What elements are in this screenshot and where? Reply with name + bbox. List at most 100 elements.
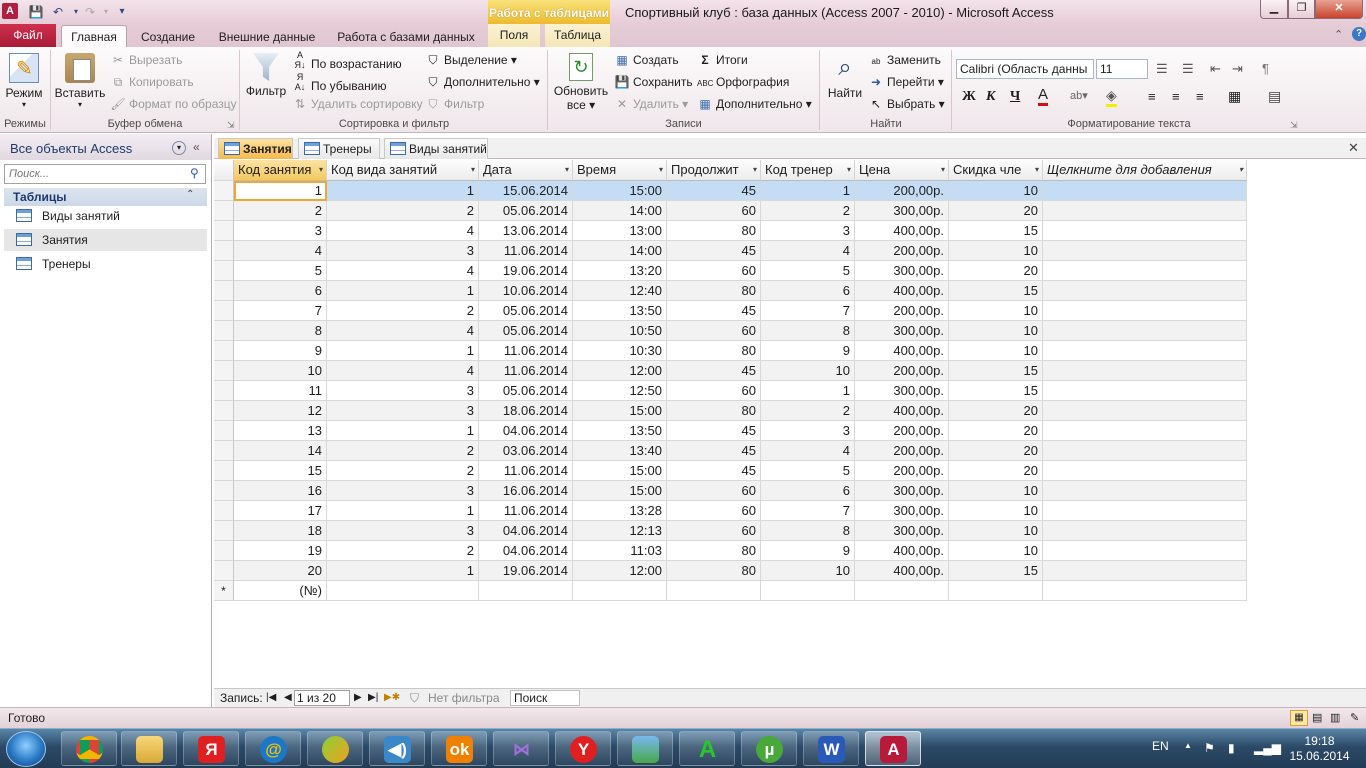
bullets-icon[interactable]: ☰ <box>1156 61 1168 77</box>
dialog-launcher-icon[interactable]: ⇲ <box>1290 120 1298 131</box>
tab-create[interactable]: Создание <box>135 28 201 47</box>
table-cell[interactable]: 13:50 <box>573 421 667 441</box>
highlight-icon[interactable]: ab▾ <box>1070 89 1088 102</box>
table-cell[interactable]: 45 <box>667 421 761 441</box>
table-cell[interactable]: 80 <box>667 341 761 361</box>
pivot-table-view-icon[interactable]: ▤ <box>1312 708 1322 728</box>
view-mode-button[interactable]: ✎ Режим ▾ <box>2 53 46 109</box>
table-cell[interactable]: 60 <box>667 501 761 521</box>
column-header[interactable]: Продолжит ▾ <box>667 160 761 181</box>
table-cell[interactable]: 3 <box>761 421 855 441</box>
table-cell[interactable] <box>1043 241 1247 261</box>
table-cell[interactable]: 10 <box>949 481 1043 501</box>
table-row[interactable]: 12 3 18.06.2014 15:00 80 2 400,00р. 20 <box>214 401 1248 421</box>
table-cell[interactable]: 400,00р. <box>855 341 949 361</box>
align-left-icon[interactable]: ≡ <box>1148 89 1156 104</box>
record-selector[interactable] <box>214 481 234 501</box>
table-cell[interactable]: 45 <box>667 441 761 461</box>
record-selector[interactable] <box>214 181 234 201</box>
table-cell[interactable]: 12:40 <box>573 281 667 301</box>
doc-tab-vidy-zanyatiy[interactable]: Виды занятий <box>384 138 488 159</box>
table-cell[interactable]: 2 <box>327 301 479 321</box>
table-row[interactable]: 19 2 04.06.2014 11:03 80 9 400,00р. 10 <box>214 541 1248 561</box>
table-cell[interactable]: 16.06.2014 <box>479 481 573 501</box>
table-cell[interactable]: 11.06.2014 <box>479 461 573 481</box>
table-cell[interactable] <box>1043 281 1247 301</box>
table-cell[interactable]: 19 <box>234 541 327 561</box>
spelling-button[interactable]: ABC Орфография <box>697 72 789 92</box>
selection-button[interactable]: ⛉ Выделение ▾ <box>425 50 516 70</box>
tab-file[interactable]: Файл <box>0 24 56 47</box>
table-cell[interactable] <box>1043 501 1247 521</box>
table-cell[interactable]: 2 <box>761 201 855 221</box>
table-cell[interactable]: 400,00р. <box>855 401 949 421</box>
table-cell[interactable]: 4 <box>761 241 855 261</box>
table-cell[interactable]: 9 <box>234 341 327 361</box>
table-cell[interactable]: 12:13 <box>573 521 667 541</box>
table-cell[interactable]: 14:00 <box>573 241 667 261</box>
fill-color-icon[interactable]: ◈ <box>1106 87 1117 107</box>
column-header[interactable]: Цена ▾ <box>855 160 949 181</box>
nav-item-vidy-zanyatiy[interactable]: Виды занятий <box>4 205 207 227</box>
table-cell[interactable]: 400,00р. <box>855 221 949 241</box>
record-selector[interactable] <box>214 421 234 441</box>
table-cell[interactable]: 13 <box>234 421 327 441</box>
tab-external-data[interactable]: Внешние данные <box>211 28 323 47</box>
close-document-icon[interactable]: ✕ <box>1348 140 1359 156</box>
table-cell[interactable]: 8 <box>761 521 855 541</box>
record-search-field[interactable]: Поиск <box>510 690 580 706</box>
network-icon[interactable]: ▮ <box>1228 741 1235 755</box>
decrease-indent-icon[interactable]: ⇤ <box>1210 61 1221 77</box>
table-cell[interactable]: 4 <box>327 221 479 241</box>
table-cell[interactable] <box>1043 201 1247 221</box>
maximize-button[interactable]: ❐ <box>1288 0 1315 19</box>
table-cell[interactable]: 10 <box>949 301 1043 321</box>
table-cell[interactable]: 60 <box>667 521 761 541</box>
table-cell[interactable] <box>761 581 855 601</box>
table-cell[interactable]: 1 <box>327 341 479 361</box>
record-selector[interactable] <box>214 301 234 321</box>
record-position-field[interactable]: 1 из 20 <box>294 690 350 706</box>
language-indicator[interactable]: EN <box>1152 739 1169 753</box>
taskbar-yandex-browser[interactable]: Y <box>555 731 611 766</box>
find-button[interactable]: ⌕ Найти <box>824 53 866 100</box>
redo-icon[interactable]: ↷ <box>82 4 98 20</box>
table-cell[interactable]: 03.06.2014 <box>479 441 573 461</box>
taskbar-chrome[interactable] <box>61 731 117 766</box>
new-record-nav-icon[interactable]: ▶✱ <box>384 689 400 707</box>
table-cell[interactable]: 12:50 <box>573 381 667 401</box>
record-selector[interactable] <box>214 501 234 521</box>
table-cell[interactable]: 400,00р. <box>855 281 949 301</box>
column-dropdown-icon[interactable]: ▾ <box>319 160 323 180</box>
table-row[interactable]: 20 1 19.06.2014 12:00 80 10 400,00р. 15 <box>214 561 1248 581</box>
nav-menu-chevron-icon[interactable]: ▾ <box>172 141 186 155</box>
advanced-filter-button[interactable]: ⛉ Дополнительно ▾ <box>425 72 539 92</box>
table-cell[interactable] <box>327 581 479 601</box>
table-cell[interactable]: 200,00р. <box>855 361 949 381</box>
taskbar-odnoklassniki[interactable]: ok <box>431 731 487 766</box>
record-selector[interactable] <box>214 561 234 581</box>
column-dropdown-icon[interactable]: ▾ <box>847 160 851 180</box>
taskbar-mail[interactable]: @ <box>245 731 301 766</box>
table-cell[interactable]: 45 <box>667 461 761 481</box>
table-cell[interactable]: 300,00р. <box>855 501 949 521</box>
table-cell[interactable]: 7 <box>234 301 327 321</box>
table-cell[interactable]: 12 <box>234 401 327 421</box>
table-cell[interactable]: 60 <box>667 381 761 401</box>
table-cell[interactable]: 13:50 <box>573 301 667 321</box>
table-cell[interactable]: 05.06.2014 <box>479 301 573 321</box>
next-record-icon[interactable]: ▶ <box>354 689 362 707</box>
table-cell[interactable]: 11:03 <box>573 541 667 561</box>
table-cell[interactable]: 2 <box>761 401 855 421</box>
table-cell[interactable]: 2 <box>327 201 479 221</box>
table-row[interactable]: 14 2 03.06.2014 13:40 45 4 200,00р. 20 <box>214 441 1248 461</box>
font-color-icon[interactable]: A <box>1038 87 1049 106</box>
table-cell[interactable]: 15:00 <box>573 401 667 421</box>
table-cell[interactable]: 20 <box>949 201 1043 221</box>
italic-button[interactable]: К <box>986 89 996 105</box>
table-cell[interactable]: 05.06.2014 <box>479 381 573 401</box>
doc-tab-zanyatiya[interactable]: Занятия <box>218 138 293 159</box>
table-row[interactable]: 11 3 05.06.2014 12:50 60 1 300,00р. 15 <box>214 381 1248 401</box>
table-row[interactable]: 3 4 13.06.2014 13:00 80 3 400,00р. 15 <box>214 221 1248 241</box>
table-cell[interactable]: 15 <box>949 221 1043 241</box>
